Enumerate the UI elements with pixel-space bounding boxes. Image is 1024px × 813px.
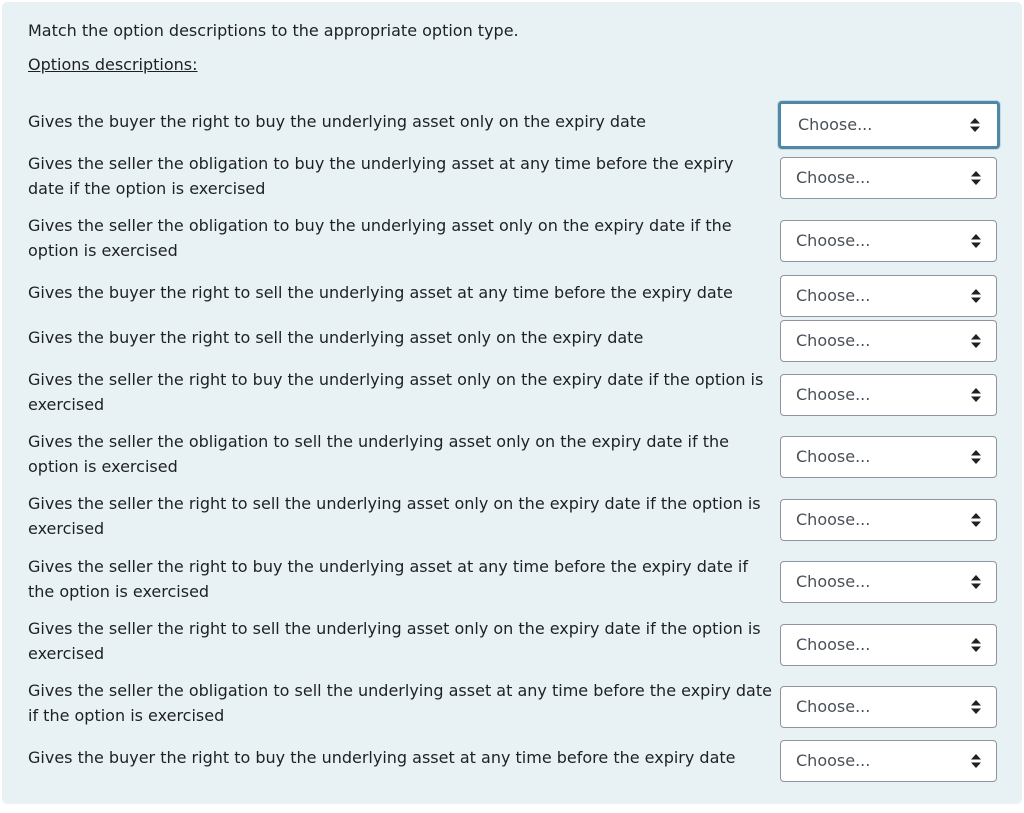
option-type-select[interactable]: Choose... <box>780 624 997 666</box>
option-type-select[interactable]: Choose... <box>780 275 997 317</box>
option-description: Gives the buyer the right to sell the un… <box>28 328 644 347</box>
question-prompt: Match the option descriptions to the app… <box>28 21 519 40</box>
option-type-select[interactable]: Choose... <box>780 436 997 478</box>
option-description: Gives the seller the obligation to sell … <box>28 681 772 725</box>
select-value: Choose... <box>796 510 871 529</box>
option-type-select[interactable]: Choose... <box>780 320 997 362</box>
select-value: Choose... <box>796 751 871 770</box>
up-down-caret-icon <box>971 234 981 248</box>
option-description: Gives the buyer the right to buy the und… <box>28 112 646 131</box>
option-description: Gives the buyer the right to sell the un… <box>28 283 733 302</box>
select-value: Choose... <box>796 635 871 654</box>
up-down-caret-icon <box>971 171 981 185</box>
option-description: Gives the buyer the right to buy the und… <box>28 748 736 767</box>
select-value: Choose... <box>796 331 871 350</box>
option-type-select[interactable]: Choose... <box>780 561 997 603</box>
option-description: Gives the seller the right to buy the un… <box>28 557 748 601</box>
up-down-caret-icon <box>970 118 980 132</box>
select-value: Choose... <box>796 231 871 250</box>
up-down-caret-icon <box>971 700 981 714</box>
up-down-caret-icon <box>971 513 981 527</box>
up-down-caret-icon <box>971 289 981 303</box>
option-type-select[interactable]: Choose... <box>780 686 997 728</box>
option-description: Gives the seller the obligation to buy t… <box>28 216 732 260</box>
option-type-select[interactable]: Choose... <box>780 740 997 782</box>
select-value: Choose... <box>796 572 871 591</box>
select-value: Choose... <box>798 115 873 134</box>
option-description: Gives the seller the right to sell the u… <box>28 494 761 538</box>
option-description: Gives the seller the obligation to buy t… <box>28 154 734 198</box>
up-down-caret-icon <box>971 575 981 589</box>
up-down-caret-icon <box>971 638 981 652</box>
up-down-caret-icon <box>971 754 981 768</box>
option-type-select[interactable]: Choose... <box>780 220 997 262</box>
select-value: Choose... <box>796 168 871 187</box>
up-down-caret-icon <box>971 334 981 348</box>
option-type-select[interactable]: Choose... <box>780 499 997 541</box>
option-type-select[interactable]: Choose... <box>780 157 997 199</box>
select-value: Choose... <box>796 286 871 305</box>
option-description: Gives the seller the right to sell the u… <box>28 619 761 663</box>
question-panel: Match the option descriptions to the app… <box>2 2 1022 804</box>
up-down-caret-icon <box>971 388 981 402</box>
up-down-caret-icon <box>971 450 981 464</box>
select-value: Choose... <box>796 697 871 716</box>
option-type-select[interactable]: Choose... <box>778 101 1000 149</box>
select-value: Choose... <box>796 385 871 404</box>
option-type-select[interactable]: Choose... <box>780 374 997 416</box>
select-value: Choose... <box>796 447 871 466</box>
option-description: Gives the seller the right to buy the un… <box>28 370 764 414</box>
option-description: Gives the seller the obligation to sell … <box>28 432 729 476</box>
options-descriptions-heading: Options descriptions: <box>28 55 198 74</box>
